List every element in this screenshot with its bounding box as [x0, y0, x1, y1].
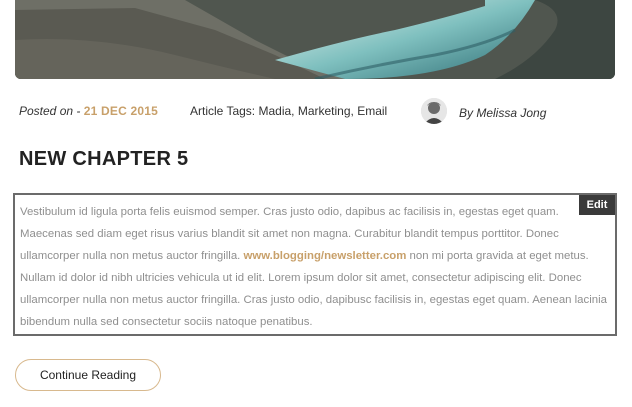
- article-tags: Article Tags: Madia, Marketing, Email: [190, 104, 387, 118]
- tags-list[interactable]: Madia, Marketing, Email: [258, 104, 387, 118]
- post-excerpt[interactable]: Vestibulum id ligula porta felis euismod…: [20, 201, 610, 333]
- author-name[interactable]: By Melissa Jong: [459, 106, 546, 120]
- tags-prefix: Article Tags:: [190, 104, 259, 118]
- newsletter-link[interactable]: www.blogging/newsletter.com: [244, 250, 407, 262]
- post-meta: Posted on - 21 DEC 2015 Article Tags: Ma…: [19, 98, 615, 124]
- post-title: NEW CHAPTER 5: [19, 148, 189, 170]
- hero-image: [15, 0, 615, 79]
- edit-button[interactable]: Edit: [579, 195, 615, 215]
- posted-prefix: Posted on -: [19, 104, 84, 118]
- editable-content-box[interactable]: Vestibulum id ligula porta felis euismod…: [13, 193, 617, 336]
- posted-date: Posted on - 21 DEC 2015: [19, 104, 158, 118]
- avatar: [421, 98, 447, 124]
- post-date[interactable]: 21 DEC 2015: [84, 104, 158, 118]
- continue-reading-button[interactable]: Continue Reading: [15, 359, 161, 391]
